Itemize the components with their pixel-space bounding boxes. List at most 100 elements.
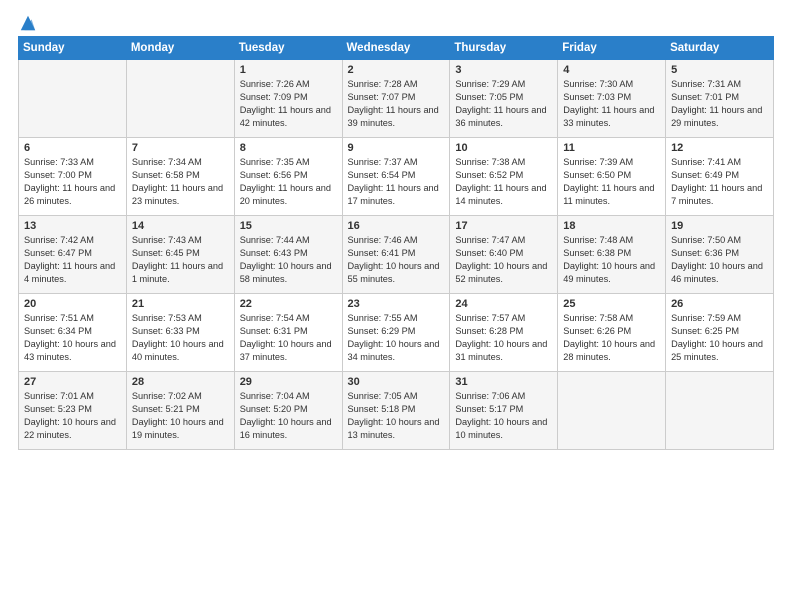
calendar-cell: 27 Sunrise: 7:01 AM Sunset: 5:23 PM Dayli… (19, 372, 127, 450)
day-number: 23 (348, 298, 445, 310)
day-header-wednesday: Wednesday (342, 37, 450, 60)
day-header-sunday: Sunday (19, 37, 127, 60)
day-number: 16 (348, 220, 445, 232)
calendar-cell: 16Sunrise: 7:46 AM Sunset: 6:41 PM Dayli… (342, 216, 450, 294)
day-number: 3 (455, 64, 552, 76)
day-number: 7 (132, 142, 229, 154)
cell-info: Sunrise: 7:02 AM Sunset: 5:21 PM Dayligh… (132, 390, 229, 442)
day-number: 28 (132, 376, 229, 388)
cell-info: Sunrise: 7:51 AM Sunset: 6:34 PM Dayligh… (24, 312, 121, 364)
calendar-cell (666, 372, 774, 450)
calendar-cell: 18 Sunrise: 7:48 AM Sunset: 6:38 PM Dayli… (558, 216, 666, 294)
calendar-cell: 31 Sunrise: 7:06 AM Sunset: 5:17 PM Dayli… (450, 372, 558, 450)
page: SundayMondayTuesdayWednesdayThursdayFrid… (0, 0, 792, 612)
calendar-cell: 6Sunrise: 7:33 AM Sunset: 7:00 PM Daylig… (19, 138, 127, 216)
calendar-cell (126, 60, 234, 138)
day-number: 2 (348, 64, 445, 76)
calendar-cell: 23 Sunrise: 7:55 AM Sunset: 6:29 PM Dayli… (342, 294, 450, 372)
calendar-cell (19, 60, 127, 138)
cell-info: Sunrise: 7:38 AM Sunset: 6:52 PM Dayligh… (455, 156, 552, 208)
calendar-cell: 19 Sunrise: 7:50 AM Sunset: 6:36 PM Dayli… (666, 216, 774, 294)
cell-info: Sunrise: 7:29 AM Sunset: 7:05 PM Dayligh… (455, 78, 552, 130)
calendar-cell: 15 Sunrise: 7:44 AM Sunset: 6:43 PM Dayli… (234, 216, 342, 294)
day-number: 15 (240, 220, 337, 232)
calendar-cell (558, 372, 666, 450)
calendar-cell: 14 Sunrise: 7:43 AM Sunset: 6:45 PM Dayli… (126, 216, 234, 294)
cell-info: Sunrise: 7:35 AM Sunset: 6:56 PM Dayligh… (240, 156, 337, 208)
day-number: 1 (240, 64, 337, 76)
day-header-thursday: Thursday (450, 37, 558, 60)
day-number: 4 (563, 64, 660, 76)
day-number: 12 (671, 142, 768, 154)
cell-info: Sunrise: 7:50 AM Sunset: 6:36 PM Dayligh… (671, 234, 768, 286)
day-number: 22 (240, 298, 337, 310)
day-header-monday: Monday (126, 37, 234, 60)
day-number: 20 (24, 298, 121, 310)
calendar-cell: 9Sunrise: 7:37 AM Sunset: 6:54 PM Daylig… (342, 138, 450, 216)
cell-info: Sunrise: 7:37 AM Sunset: 6:54 PM Dayligh… (348, 156, 445, 208)
day-header-tuesday: Tuesday (234, 37, 342, 60)
week-row-4: 20 Sunrise: 7:51 AM Sunset: 6:34 PM Dayli… (19, 294, 774, 372)
cell-info: Sunrise: 7:41 AM Sunset: 6:49 PM Dayligh… (671, 156, 768, 208)
cell-info: Sunrise: 7:55 AM Sunset: 6:29 PM Dayligh… (348, 312, 445, 364)
cell-info: Sunrise: 7:28 AM Sunset: 7:07 PM Dayligh… (348, 78, 445, 130)
day-header-saturday: Saturday (666, 37, 774, 60)
calendar-cell: 21 Sunrise: 7:53 AM Sunset: 6:33 PM Dayli… (126, 294, 234, 372)
cell-info: Sunrise: 7:43 AM Sunset: 6:45 PM Dayligh… (132, 234, 229, 286)
cell-info: Sunrise: 7:59 AM Sunset: 6:25 PM Dayligh… (671, 312, 768, 364)
logo-icon (19, 14, 37, 32)
cell-info: Sunrise: 7:44 AM Sunset: 6:43 PM Dayligh… (240, 234, 337, 286)
calendar-cell: 1Sunrise: 7:26 AM Sunset: 7:09 PM Daylig… (234, 60, 342, 138)
cell-info: Sunrise: 7:47 AM Sunset: 6:40 PM Dayligh… (455, 234, 552, 286)
calendar-table: SundayMondayTuesdayWednesdayThursdayFrid… (18, 36, 774, 450)
calendar-cell: 20 Sunrise: 7:51 AM Sunset: 6:34 PM Dayli… (19, 294, 127, 372)
day-number: 14 (132, 220, 229, 232)
day-number: 18 (563, 220, 660, 232)
calendar-cell: 17Sunrise: 7:47 AM Sunset: 6:40 PM Dayli… (450, 216, 558, 294)
calendar-cell: 8Sunrise: 7:35 AM Sunset: 6:56 PM Daylig… (234, 138, 342, 216)
day-number: 30 (348, 376, 445, 388)
cell-info: Sunrise: 7:48 AM Sunset: 6:38 PM Dayligh… (563, 234, 660, 286)
calendar-cell: 26Sunrise: 7:59 AM Sunset: 6:25 PM Dayli… (666, 294, 774, 372)
calendar-cell: 12 Sunrise: 7:41 AM Sunset: 6:49 PM Dayli… (666, 138, 774, 216)
day-number: 27 (24, 376, 121, 388)
calendar-cell: 13Sunrise: 7:42 AM Sunset: 6:47 PM Dayli… (19, 216, 127, 294)
cell-info: Sunrise: 7:06 AM Sunset: 5:17 PM Dayligh… (455, 390, 552, 442)
cell-info: Sunrise: 7:04 AM Sunset: 5:20 PM Dayligh… (240, 390, 337, 442)
calendar-cell: 5 Sunrise: 7:31 AM Sunset: 7:01 PM Daylig… (666, 60, 774, 138)
day-number: 31 (455, 376, 552, 388)
calendar-cell: 4 Sunrise: 7:30 AM Sunset: 7:03 PM Daylig… (558, 60, 666, 138)
cell-info: Sunrise: 7:34 AM Sunset: 6:58 PM Dayligh… (132, 156, 229, 208)
day-number: 21 (132, 298, 229, 310)
cell-info: Sunrise: 7:39 AM Sunset: 6:50 PM Dayligh… (563, 156, 660, 208)
cell-info: Sunrise: 7:54 AM Sunset: 6:31 PM Dayligh… (240, 312, 337, 364)
calendar-cell: 30 Sunrise: 7:05 AM Sunset: 5:18 PM Dayli… (342, 372, 450, 450)
cell-info: Sunrise: 7:05 AM Sunset: 5:18 PM Dayligh… (348, 390, 445, 442)
calendar-cell: 29Sunrise: 7:04 AM Sunset: 5:20 PM Dayli… (234, 372, 342, 450)
calendar-cell: 28 Sunrise: 7:02 AM Sunset: 5:21 PM Dayli… (126, 372, 234, 450)
header-row: SundayMondayTuesdayWednesdayThursdayFrid… (19, 37, 774, 60)
day-header-friday: Friday (558, 37, 666, 60)
calendar-cell: 25Sunrise: 7:58 AM Sunset: 6:26 PM Dayli… (558, 294, 666, 372)
calendar-cell: 11 Sunrise: 7:39 AM Sunset: 6:50 PM Dayli… (558, 138, 666, 216)
cell-info: Sunrise: 7:30 AM Sunset: 7:03 PM Dayligh… (563, 78, 660, 130)
cell-info: Sunrise: 7:58 AM Sunset: 6:26 PM Dayligh… (563, 312, 660, 364)
calendar-cell: 10Sunrise: 7:38 AM Sunset: 6:52 PM Dayli… (450, 138, 558, 216)
week-row-3: 13Sunrise: 7:42 AM Sunset: 6:47 PM Dayli… (19, 216, 774, 294)
calendar-cell: 24 Sunrise: 7:57 AM Sunset: 6:28 PM Dayli… (450, 294, 558, 372)
calendar-cell: 22 Sunrise: 7:54 AM Sunset: 6:31 PM Dayli… (234, 294, 342, 372)
week-row-2: 6Sunrise: 7:33 AM Sunset: 7:00 PM Daylig… (19, 138, 774, 216)
cell-info: Sunrise: 7:57 AM Sunset: 6:28 PM Dayligh… (455, 312, 552, 364)
cell-info: Sunrise: 7:53 AM Sunset: 6:33 PM Dayligh… (132, 312, 229, 364)
calendar-cell: 7 Sunrise: 7:34 AM Sunset: 6:58 PM Daylig… (126, 138, 234, 216)
day-number: 24 (455, 298, 552, 310)
day-number: 6 (24, 142, 121, 154)
week-row-5: 27 Sunrise: 7:01 AM Sunset: 5:23 PM Dayli… (19, 372, 774, 450)
header (18, 14, 774, 28)
cell-info: Sunrise: 7:31 AM Sunset: 7:01 PM Dayligh… (671, 78, 768, 130)
cell-info: Sunrise: 7:42 AM Sunset: 6:47 PM Dayligh… (24, 234, 121, 286)
day-number: 19 (671, 220, 768, 232)
day-number: 11 (563, 142, 660, 154)
day-number: 5 (671, 64, 768, 76)
cell-info: Sunrise: 7:01 AM Sunset: 5:23 PM Dayligh… (24, 390, 121, 442)
